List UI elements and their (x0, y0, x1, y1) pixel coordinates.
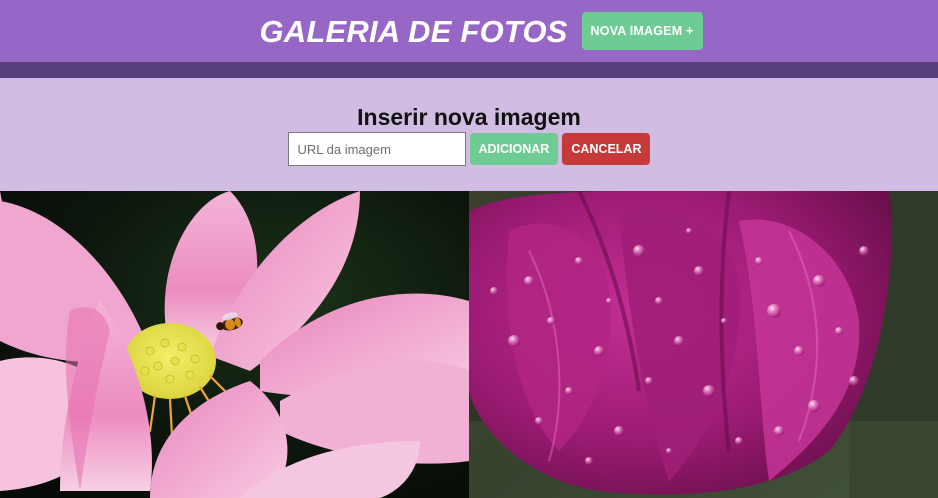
gallery-image-lotus[interactable] (0, 191, 469, 498)
header-content: GALERIA DE FOTOS NOVA IMAGEM + (259, 12, 703, 50)
url-input[interactable] (287, 132, 466, 166)
app-title: GALERIA DE FOTOS (259, 13, 568, 49)
form-controls: ADICIONAR CANCELAR (287, 132, 651, 166)
lotus-flower-image (0, 191, 469, 498)
gallery-image-tulip[interactable] (469, 191, 938, 498)
new-image-button[interactable]: NOVA IMAGEM + (581, 12, 703, 50)
cancel-button[interactable]: CANCELAR (562, 133, 651, 165)
new-image-form: Inserir nova imagem ADICIONAR CANCELAR (0, 78, 938, 191)
tulip-flower-image (469, 191, 938, 498)
header-divider (0, 62, 938, 78)
app-header: GALERIA DE FOTOS NOVA IMAGEM + (0, 0, 938, 62)
add-button[interactable]: ADICIONAR (469, 133, 559, 165)
form-title: Inserir nova imagem (357, 104, 581, 130)
photo-gallery (0, 191, 938, 498)
